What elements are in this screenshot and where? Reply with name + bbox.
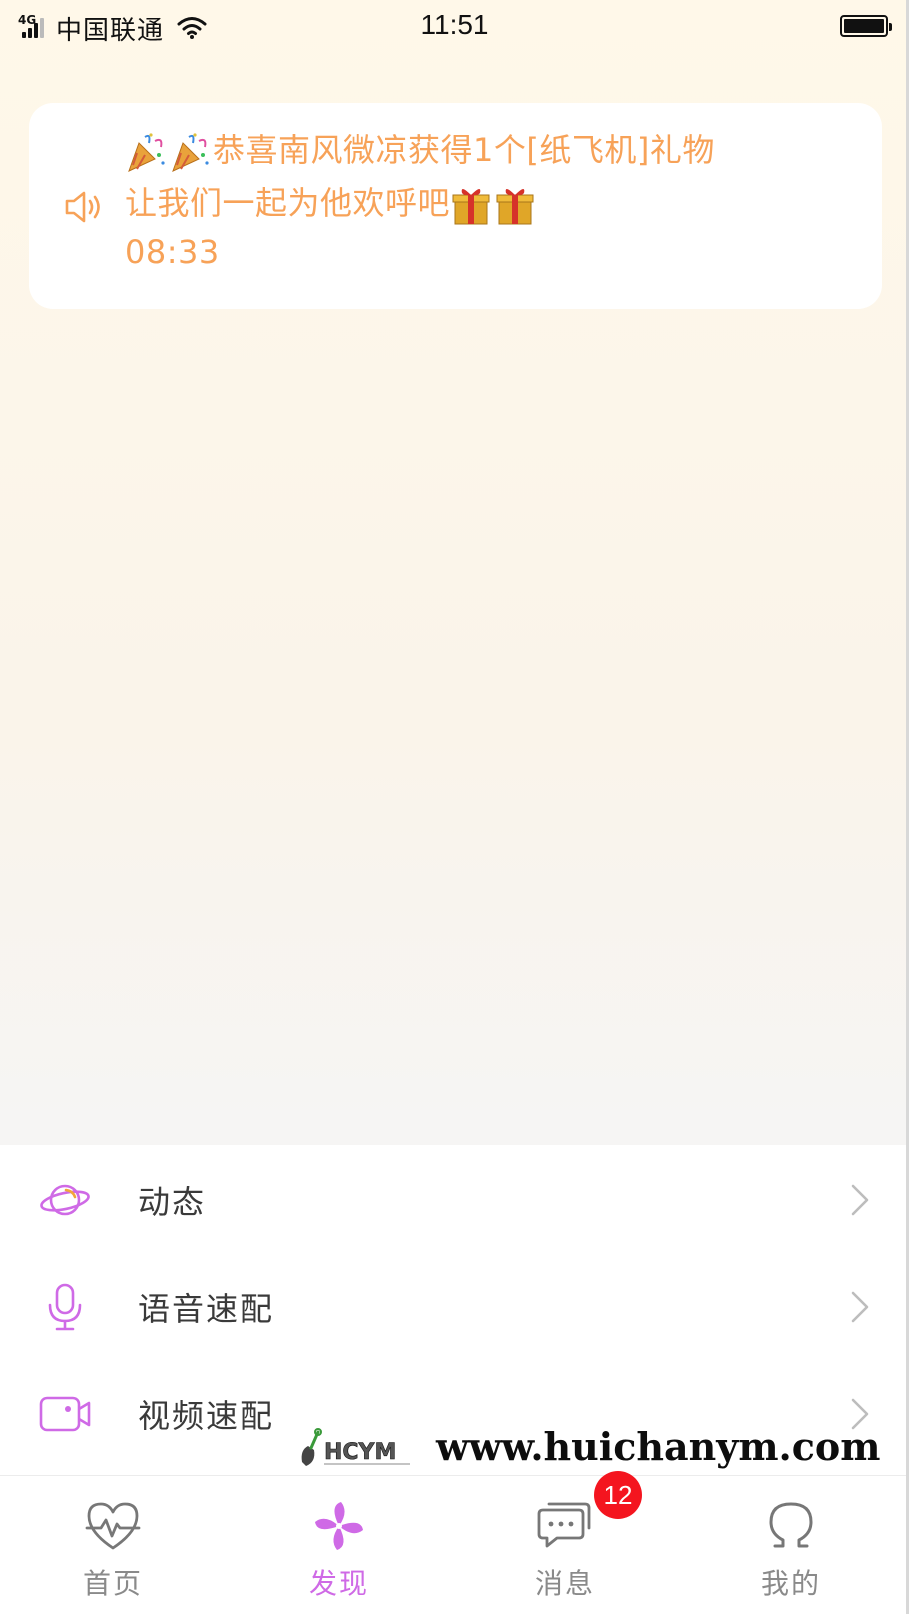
party-popper-icon [128,133,165,172]
chevron-right-icon [851,1184,869,1216]
video-camera-icon [39,1396,91,1432]
planet-icon [40,1184,90,1216]
unread-badge: 12 [594,1471,642,1519]
party-popper-icon [172,133,209,172]
menu-label-video-match: 视频速配 [138,1397,275,1435]
profile-omega-icon [769,1502,813,1548]
battery-icon [840,15,892,37]
chevron-right-icon [851,1291,869,1323]
notice-text-1: 恭喜南风微凉获得1个[纸飞机]礼物 [213,131,715,169]
tab-discover[interactable]: 发现 [226,1476,452,1614]
bottom-tab-bar: 首页 发现 12 消息 我的 [0,1471,906,1614]
microphone-icon [48,1283,82,1331]
gift-box-icon [452,188,490,225]
watermark: HCYM www.huichanym.com [298,1422,898,1474]
watermark-logo-text: HCYM [324,1440,396,1465]
tab-home[interactable]: 首页 [0,1476,226,1614]
tab-profile[interactable]: 我的 [678,1476,904,1614]
chat-bubble-icon [537,1502,591,1548]
tab-label-profile: 我的 [760,1567,821,1600]
tab-label-messages: 消息 [534,1567,595,1600]
tab-messages[interactable]: 12 消息 [452,1471,678,1614]
status-time: 11:51 [420,9,489,40]
gift-notice-card[interactable]: 恭喜南风微凉获得1个[纸飞机]礼物 让我们一起为他欢呼吧 08:33 [29,103,882,309]
tab-label-home: 首页 [82,1567,143,1600]
gift-box-icon [496,188,534,225]
menu-item-voice-match[interactable]: 语音速配 [0,1252,906,1362]
discover-screen: 4G 中国联通 11:51 恭喜南风微凉获得1个[纸飞机]礼物 让我们一起为他欢… [0,0,909,1614]
notice-line-2: 让我们一起为他欢呼吧 [125,178,538,226]
menu-item-moments[interactable]: 动态 [0,1145,906,1255]
menu-label-voice-match: 语音速配 [138,1290,275,1328]
tab-label-discover: 发现 [308,1567,369,1600]
notice-time: 08:33 [125,233,220,271]
watermark-logo: HCYM [301,1428,410,1466]
notice-line-1: 恭喜南风微凉获得1个[纸飞机]礼物 [125,125,715,173]
speaker-icon [65,191,100,223]
status-bar: 4G 中国联通 11:51 [0,0,906,56]
menu-label-moments: 动态 [138,1183,207,1221]
pinwheel-icon [315,1502,363,1550]
notice-text-2: 让我们一起为他欢呼吧 [125,184,451,222]
watermark-url: www.huichanym.com [436,1424,881,1469]
heartbeat-icon [85,1502,141,1550]
